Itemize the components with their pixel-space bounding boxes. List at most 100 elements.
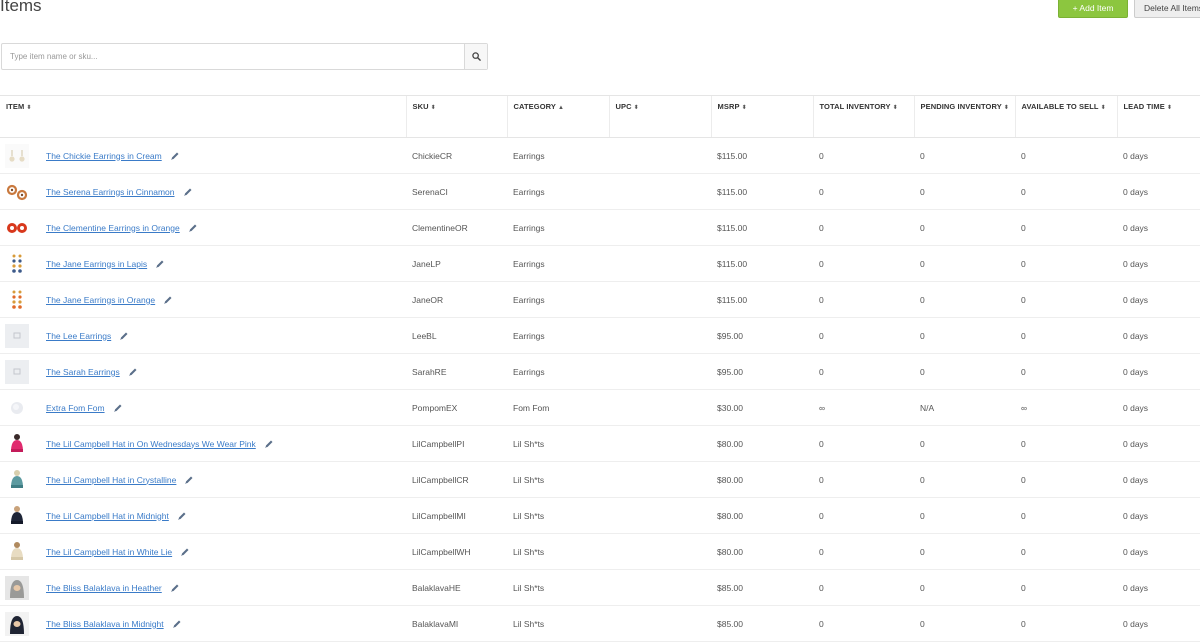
edit-pencil-icon[interactable] <box>264 439 274 449</box>
edit-pencil-icon[interactable] <box>128 367 138 377</box>
edit-pencil-icon[interactable] <box>183 187 193 197</box>
upc-cell <box>609 281 711 318</box>
table-row: The Lil Campbell Hat in White Lie LilCamp… <box>0 533 1200 570</box>
item-thumbnail <box>5 395 29 420</box>
total-inventory-cell: 0 <box>813 461 914 498</box>
edit-pencil-icon[interactable] <box>170 583 180 593</box>
item-name-link[interactable]: The Serena Earrings in Cinnamon <box>46 187 175 197</box>
lead-time-cell: 0 days <box>1117 605 1200 642</box>
msrp-cell: $80.00 <box>711 461 813 498</box>
msrp-cell: $115.00 <box>711 245 813 282</box>
sort-icon[interactable]: ⬍ <box>634 105 639 111</box>
item-name-link[interactable]: Extra Fom Fom <box>46 403 105 413</box>
column-header-total-inventory[interactable]: TOTAL INVENTORY ⬍ <box>812 95 914 138</box>
item-name-link[interactable]: The Jane Earrings in Orange <box>46 295 155 305</box>
column-header-pending-inventory[interactable]: PENDING INVENTORY ⬍ <box>913 95 1015 138</box>
column-header-label: TOTAL INVENTORY <box>819 102 891 111</box>
msrp-cell: $95.00 <box>711 317 813 354</box>
item-cell: The Sarah Earrings <box>0 353 406 390</box>
edit-pencil-icon[interactable] <box>119 331 129 341</box>
edit-pencil-icon[interactable] <box>170 151 180 161</box>
sort-icon[interactable]: ⬍ <box>431 105 436 111</box>
add-item-button[interactable]: + Add Item <box>1058 0 1128 18</box>
delete-all-items-button[interactable]: Delete All Items <box>1134 0 1200 18</box>
total-inventory-cell: 0 <box>813 137 914 174</box>
item-name-link[interactable]: The Clementine Earrings in Orange <box>46 223 180 233</box>
edit-pencil-icon[interactable] <box>155 259 165 269</box>
total-inventory-cell: 0 <box>813 497 914 534</box>
edit-pencil-icon[interactable] <box>113 403 123 413</box>
column-header-sku[interactable]: SKU ⬍ <box>405 95 507 138</box>
table-body: The Chickie Earrings in Cream ChickieCR Ea… <box>0 137 1200 642</box>
edit-pencil-icon[interactable] <box>172 619 182 629</box>
column-header-category[interactable]: CATEGORY ▲ <box>506 95 609 138</box>
sort-icon[interactable]: ⬍ <box>1167 105 1172 111</box>
pending-inventory-cell: 0 <box>914 569 1015 606</box>
edit-pencil-icon[interactable] <box>184 475 194 485</box>
column-header-label: CATEGORY <box>513 102 556 111</box>
item-name-link[interactable]: The Bliss Balaklava in Heather <box>46 583 162 593</box>
category-cell: Earrings <box>507 245 609 282</box>
item-cell: The Chickie Earrings in Cream <box>0 137 406 174</box>
sort-icon[interactable]: ⬍ <box>742 105 747 111</box>
item-cell: The Jane Earrings in Lapis <box>0 245 406 282</box>
sort-icon[interactable]: ⬍ <box>26 105 31 111</box>
sort-icon[interactable]: ⬍ <box>1004 105 1009 111</box>
available-to-sell-cell: 0 <box>1015 317 1117 354</box>
edit-pencil-icon[interactable] <box>177 511 187 521</box>
item-thumbnail <box>5 467 29 492</box>
available-to-sell-cell: 0 <box>1015 605 1117 642</box>
sort-icon[interactable]: ⬍ <box>1101 105 1106 111</box>
edit-pencil-icon[interactable] <box>180 547 190 557</box>
search-button[interactable] <box>464 44 487 69</box>
column-header-label: PENDING INVENTORY <box>920 102 1002 111</box>
edit-pencil-icon[interactable] <box>188 223 198 233</box>
item-cell: The Lil Campbell Hat in Midnight <box>0 497 406 534</box>
lead-time-cell: 0 days <box>1117 137 1200 174</box>
table-row: The Clementine Earrings in Orange Clement… <box>0 209 1200 246</box>
item-name-link[interactable]: The Sarah Earrings <box>46 367 120 377</box>
item-thumbnail <box>5 287 29 312</box>
item-name-link[interactable]: The Lil Campbell Hat in Crystalline <box>46 475 176 485</box>
upc-cell <box>609 209 711 246</box>
column-header-item[interactable]: ITEM ⬍ <box>0 95 406 138</box>
lead-time-cell: 0 days <box>1117 533 1200 570</box>
column-header-label: UPC <box>615 102 632 111</box>
item-thumbnail <box>5 359 29 384</box>
total-inventory-cell: 0 <box>813 173 914 210</box>
lead-time-cell: 0 days <box>1117 209 1200 246</box>
item-name-link[interactable]: The Lee Earrings <box>46 331 111 341</box>
item-cell: The Jane Earrings in Orange <box>0 281 406 318</box>
sku-cell: LilCampbellCR <box>406 461 507 498</box>
total-inventory-cell: 0 <box>813 425 914 462</box>
item-thumbnail <box>5 611 29 636</box>
available-to-sell-cell: 0 <box>1015 497 1117 534</box>
column-header-msrp[interactable]: MSRP ⬍ <box>710 95 813 138</box>
msrp-cell: $85.00 <box>711 605 813 642</box>
item-name-link[interactable]: The Lil Campbell Hat in On Wednesdays We… <box>46 439 256 449</box>
pending-inventory-cell: 0 <box>914 497 1015 534</box>
total-inventory-cell: 0 <box>813 209 914 246</box>
column-header-upc[interactable]: UPC ⬍ <box>608 95 711 138</box>
item-name-link[interactable]: The Lil Campbell Hat in White Lie <box>46 547 172 557</box>
item-name-link[interactable]: The Lil Campbell Hat in Midnight <box>46 511 169 521</box>
column-header-label: LEAD TIME <box>1123 102 1165 111</box>
column-header-lead-time[interactable]: LEAD TIME ⬍ <box>1116 95 1200 138</box>
category-cell: Lil Sh*ts <box>507 461 609 498</box>
lead-time-cell: 0 days <box>1117 497 1200 534</box>
item-name-link[interactable]: The Jane Earrings in Lapis <box>46 259 147 269</box>
category-cell: Earrings <box>507 137 609 174</box>
available-to-sell-cell: 0 <box>1015 173 1117 210</box>
item-name-link[interactable]: The Bliss Balaklava in Midnight <box>46 619 164 629</box>
item-cell: Extra Fom Fom <box>0 389 406 426</box>
column-header-available-to-sell[interactable]: AVAILABLE TO SELL ⬍ <box>1014 95 1117 138</box>
search-input[interactable] <box>2 44 464 69</box>
sort-ascending-icon[interactable]: ▲ <box>558 105 564 111</box>
available-to-sell-cell: 0 <box>1015 425 1117 462</box>
pending-inventory-cell: 0 <box>914 209 1015 246</box>
sort-icon[interactable]: ⬍ <box>893 105 898 111</box>
category-cell: Earrings <box>507 353 609 390</box>
item-name-link[interactable]: The Chickie Earrings in Cream <box>46 151 162 161</box>
edit-pencil-icon[interactable] <box>163 295 173 305</box>
table-row: The Jane Earrings in Lapis JaneLP Earrings… <box>0 245 1200 282</box>
